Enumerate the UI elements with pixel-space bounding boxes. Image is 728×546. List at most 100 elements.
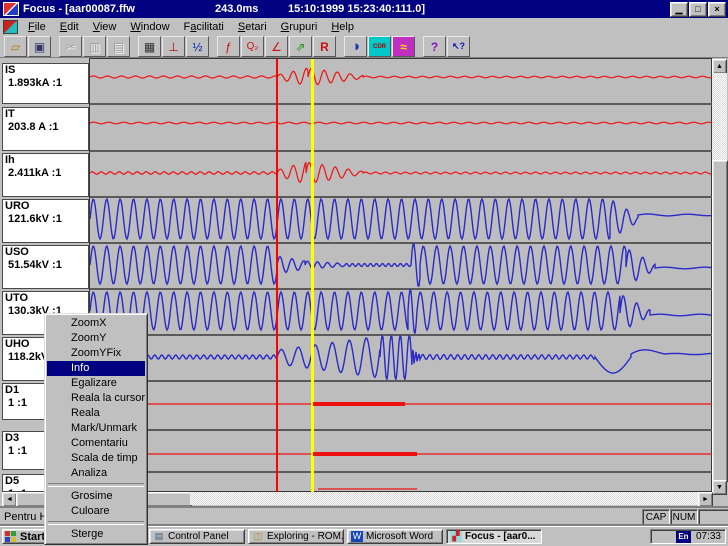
context-menu-item-reala-la-cursor[interactable]: Reala la cursor	[47, 391, 145, 406]
close-button[interactable]: ×	[708, 2, 726, 17]
scroll-down-button[interactable]: ▼	[712, 480, 727, 495]
scroll-right-button[interactable]: ►	[698, 492, 713, 507]
minimize-button[interactable]: ▁	[670, 2, 688, 17]
context-menu-item-grosime[interactable]: Grosime	[47, 489, 145, 504]
menu-window[interactable]: Window	[123, 20, 176, 34]
print-icon: ▦	[144, 41, 155, 53]
screen: Focus - [aar00087.ffw 243.0ms 15:10:1999…	[0, 0, 728, 546]
taskbar-button-label: Control Panel	[168, 531, 229, 542]
yellow-cursor-line[interactable]	[311, 59, 314, 492]
caps-lock-indicator: CAP	[642, 509, 670, 525]
context-menu-separator	[48, 521, 144, 525]
r-analysis-button[interactable]: R	[313, 36, 336, 57]
taskbar-button-focus[interactable]: ▞Focus - [aar0...	[446, 529, 542, 544]
slope-button[interactable]: ∠	[265, 36, 288, 57]
context-help-button[interactable]: ↖?	[447, 36, 470, 57]
save-icon: ▣	[34, 41, 45, 53]
scale-tool-button[interactable]: ⊥	[162, 36, 185, 57]
channel-label-Ih[interactable]: Ih2.411kA :1	[2, 153, 89, 197]
row-separator	[90, 150, 712, 152]
vertical-scroll-thumb[interactable]	[712, 160, 728, 482]
context-menu-item-info[interactable]: Info	[47, 361, 145, 376]
taskbar-button-word[interactable]: WMicrosoft Word	[347, 529, 443, 544]
open-button[interactable]: ▱	[4, 36, 27, 57]
start-label: Start	[20, 531, 45, 543]
channel-name: IT	[3, 108, 88, 121]
channel-label-IS[interactable]: IS1.893kA :1	[2, 63, 89, 104]
channel-label-URO[interactable]: URO121.6kV :1	[2, 199, 89, 243]
context-menu-item-mark-unmark[interactable]: Mark/Unmark	[47, 421, 145, 436]
context-menu-item-comentariu[interactable]: Comentariu	[47, 436, 145, 451]
waveform-trace-USO	[90, 244, 712, 286]
menu-grupuri[interactable]: Grupuri	[274, 20, 325, 34]
q-factor-button[interactable]: Q₂	[241, 36, 264, 57]
windows-logo-icon	[5, 531, 17, 542]
context-menu-item-zoomx[interactable]: ZoomX	[47, 316, 145, 331]
sphere-view-icon: ◑	[351, 39, 360, 54]
print-button[interactable]: ▦	[138, 36, 161, 57]
menu-setari[interactable]: Setari	[231, 20, 274, 34]
app-icon[interactable]	[3, 2, 19, 16]
derivative-icon: ⇗	[295, 41, 305, 53]
row-separator	[90, 196, 712, 198]
channel-label-IT[interactable]: IT203.8 A :1	[2, 107, 89, 151]
context-menu-item-reala[interactable]: Reala	[47, 406, 145, 421]
taskbar-button-control-panel[interactable]: ▤Control Panel	[149, 529, 245, 544]
record-timestamp: 15:10:1999 15:23:40:111.0]	[288, 3, 425, 15]
menu-help[interactable]: Help	[324, 20, 361, 34]
derivative-button[interactable]: ⇗	[289, 36, 312, 57]
context-menu-separator	[48, 483, 144, 487]
slope-icon: ∠	[271, 41, 282, 53]
language-indicator[interactable]: En	[676, 531, 691, 543]
help-button[interactable]: ?	[423, 36, 446, 57]
save-button[interactable]: ▣	[28, 36, 51, 57]
cdr-button[interactable]: CDR	[368, 36, 391, 57]
help-icon: ?	[431, 41, 438, 53]
function-button[interactable]: ƒ	[217, 36, 240, 57]
menu-edit[interactable]: Edit	[53, 20, 86, 34]
sphere-view-button[interactable]: ◑	[344, 36, 367, 57]
channel-label-USO[interactable]: USO51.54kV :1	[2, 245, 89, 289]
context-menu-item-zoomyfix[interactable]: ZoomYFix	[47, 346, 145, 361]
taskbar-button-explorer[interactable]: ◫Exploring - ROM...	[248, 529, 344, 544]
waveform-plot[interactable]	[90, 59, 712, 492]
scroll-up-button[interactable]: ▲	[712, 59, 727, 74]
num-lock-indicator: NUM	[670, 509, 698, 525]
channel-name: Ih	[3, 154, 88, 167]
paste-button: ▤	[107, 36, 130, 57]
row-separator	[90, 471, 712, 473]
context-menu-item-egalizare[interactable]: Egalizare	[47, 376, 145, 391]
red-cursor-line[interactable]	[276, 59, 278, 492]
menu-bar: FileEditViewWindowFacilitatiSetariGrupur…	[0, 18, 728, 37]
half-scale-button[interactable]: ½	[186, 36, 209, 57]
scroll-left-button[interactable]: ◄	[2, 492, 17, 507]
context-menu-item-sterge[interactable]: Sterge	[47, 527, 145, 542]
restore-button[interactable]: □	[689, 2, 707, 17]
control-panel-icon: ▤	[153, 531, 165, 542]
menu-facilitati[interactable]: Facilitati	[177, 20, 231, 34]
channel-scale-value: 203.8 A :1	[3, 121, 88, 134]
mdi-document-icon[interactable]	[3, 20, 18, 34]
menu-view[interactable]: View	[86, 20, 124, 34]
taskbar-clock: 07:33	[696, 531, 721, 542]
focus-icon: ▞	[450, 531, 462, 542]
context-menu-item-analiza[interactable]: Analiza	[47, 466, 145, 481]
row-separator	[90, 429, 712, 431]
status-extra-panel	[698, 509, 728, 525]
vertical-scroll-track[interactable]	[712, 73, 727, 160]
horizontal-scroll-track[interactable]	[190, 492, 698, 505]
vertical-scrollbar[interactable]: ▲ ▼	[712, 59, 727, 493]
context-menu-item-culoare[interactable]: Culoare	[47, 504, 145, 519]
q-factor-icon: Q₂	[247, 42, 259, 52]
r-analysis-icon: R	[320, 41, 329, 53]
context-menu-item-scala-de-timp[interactable]: Scala de timp	[47, 451, 145, 466]
context-menu-item-zoomy[interactable]: ZoomY	[47, 331, 145, 346]
paste-icon: ▤	[113, 41, 124, 53]
menu-file[interactable]: File	[21, 20, 53, 34]
channel-scale-value: 51.54kV :1	[3, 259, 88, 272]
waveform-trace-Ih	[90, 162, 712, 182]
row-separator	[90, 334, 712, 336]
wave-color-button[interactable]: ≈	[392, 36, 415, 57]
system-tray: En 07:33	[650, 529, 726, 544]
context-help-icon: ↖?	[452, 42, 465, 51]
